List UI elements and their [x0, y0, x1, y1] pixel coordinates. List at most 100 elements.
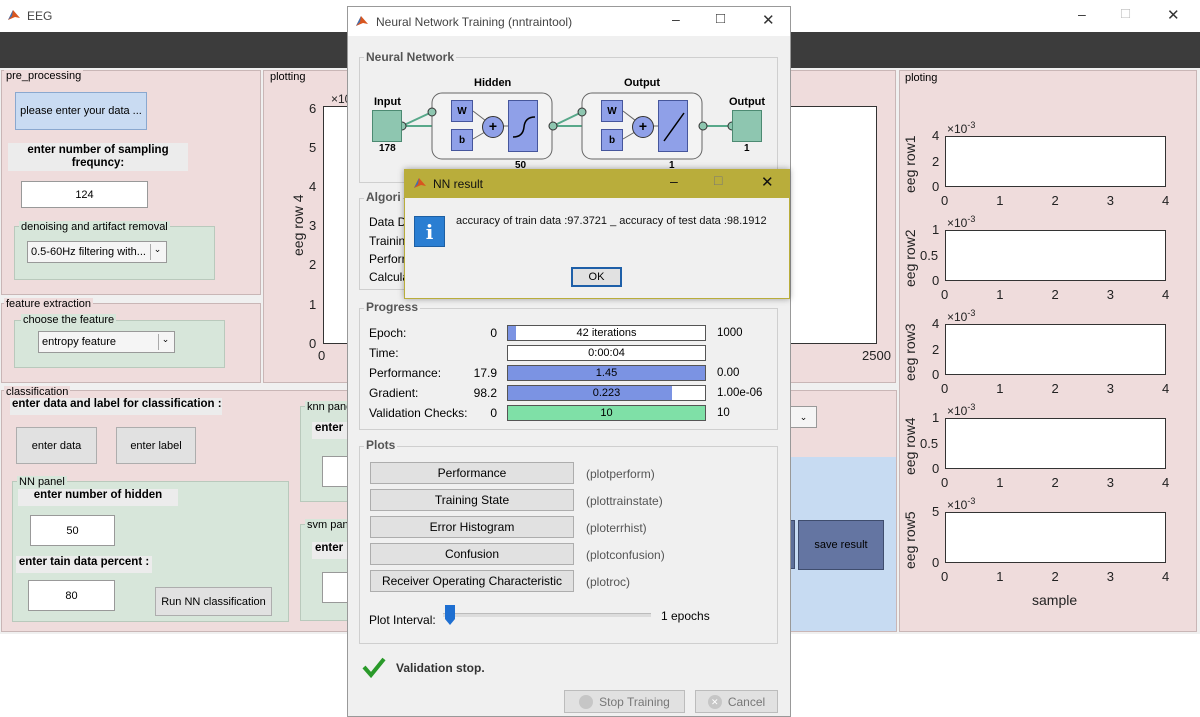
progress-max: 0.00: [717, 367, 740, 379]
progress-bar-value: 1.45: [595, 367, 618, 379]
mini-plot-axes: [945, 324, 1166, 375]
mini-plot-exponent: ×10-3: [947, 120, 976, 136]
close-button[interactable]: ✕: [761, 173, 774, 191]
dialog-titlebar: NN result – □ ✕: [404, 169, 790, 198]
close-button[interactable]: ✕: [1167, 6, 1180, 24]
feature-select[interactable]: entropy feature ⌄: [38, 331, 175, 353]
xtick: 3: [1106, 475, 1114, 490]
choose-feature-title: choose the feature: [21, 314, 117, 326]
xtick: 0: [941, 287, 949, 302]
minimize-button[interactable]: –: [672, 11, 680, 27]
plot-performance-button[interactable]: Performance: [370, 462, 574, 484]
output-node: [732, 110, 762, 142]
plot-fn: (plotconfusion): [586, 548, 665, 562]
plot-confusion-button[interactable]: Confusion: [370, 543, 574, 565]
ytick: 4: [932, 128, 940, 143]
right-select-stub[interactable]: ⌄: [790, 406, 817, 428]
mini-plot-exponent: ×10-3: [947, 308, 976, 324]
ytick: 0.5: [920, 247, 939, 263]
xtick: 0: [941, 569, 949, 584]
plot-fn: (plotperform): [586, 467, 655, 481]
hidden-layer-label: Hidden: [474, 77, 512, 89]
ytick: 0: [932, 273, 940, 288]
algorithm-row: Perforr: [369, 252, 406, 266]
ploting-title: ploting: [903, 72, 940, 84]
progress-min: 17.9: [473, 366, 497, 380]
mini-plot-exponent: ×10-3: [947, 496, 976, 512]
svm-panel-title: svm pan: [305, 519, 351, 531]
output-bias-box: b: [601, 129, 623, 151]
input-size: 178: [379, 143, 396, 154]
plot-fn: (plotroc): [586, 575, 631, 589]
xtick: 1: [996, 287, 1004, 302]
minimize-button[interactable]: –: [670, 173, 678, 189]
cancel-button[interactable]: ✕ Cancel: [695, 690, 778, 713]
xtick: 2: [1051, 287, 1059, 302]
info-icon: i: [414, 216, 445, 247]
nntraintool-title: Neural Network Training (nntraintool): [376, 15, 573, 29]
mini-plot-exponent: ×10-3: [947, 214, 976, 230]
enter-label-button[interactable]: enter label: [116, 427, 196, 464]
xtick: 0: [941, 381, 949, 396]
train-percent-field[interactable]: 80: [28, 580, 115, 611]
run-nn-button[interactable]: Run NN classification: [155, 587, 272, 616]
hidden-neurons-field[interactable]: 50: [30, 515, 115, 546]
ytick: 0: [309, 336, 317, 351]
xtick: 1: [996, 569, 1004, 584]
xtick: 1: [996, 193, 1004, 208]
output-weight-box: W: [601, 100, 623, 122]
plot-error-histogram-button[interactable]: Error Histogram: [370, 516, 574, 538]
xtick: 4: [1162, 475, 1170, 490]
enter-data-button[interactable]: please enter your data ...: [15, 92, 147, 130]
algorithms-section-title: Algori: [364, 190, 403, 204]
mini-plot-ylabel: eeg row4: [902, 417, 918, 475]
ploting-xlabel: sample: [1032, 592, 1078, 608]
chevron-down-icon: ⌄: [150, 244, 164, 260]
maximize-button[interactable]: □: [716, 10, 725, 27]
ytick: 5: [932, 504, 940, 519]
hidden-label: enter number of hidden: [18, 489, 178, 506]
progress-max: 10: [717, 407, 730, 419]
save-result-button[interactable]: save result: [798, 520, 884, 570]
progress-bar: 10: [507, 405, 706, 421]
plot-interval-label: Plot Interval:: [369, 613, 436, 627]
enter-data-class-button[interactable]: enter data: [16, 427, 97, 464]
maximize-button[interactable]: □: [714, 172, 722, 188]
maximize-button[interactable]: □: [1121, 5, 1130, 22]
progress-bar-value: 42 iterations: [576, 327, 637, 339]
progress-bar: 1.45: [507, 365, 706, 381]
ytick: 0: [932, 555, 940, 570]
xtick: 4: [1162, 381, 1170, 396]
progress-label: Epoch:: [369, 326, 407, 340]
plot-interval-value: 1 epochs: [661, 609, 710, 623]
sampling-frequency-field[interactable]: 124: [21, 181, 148, 208]
ok-button[interactable]: OK: [571, 267, 622, 287]
xtick: 2: [1051, 381, 1059, 396]
progress-bar-value: 10: [600, 407, 613, 419]
minimize-button[interactable]: –: [1078, 6, 1086, 22]
progress-bar: 0:00:04: [507, 345, 706, 361]
filter-select[interactable]: 0.5-60Hz filtering with... ⌄: [27, 241, 167, 263]
cancel-label: Cancel: [727, 694, 766, 709]
train-percent-label: enter tain data percent :: [16, 556, 152, 573]
plot-roc-button[interactable]: Receiver Operating Characteristic: [370, 570, 574, 592]
xtick: 2: [1051, 569, 1059, 584]
sampling-label: enter number of sampling frequncy:: [8, 143, 188, 171]
ytick: 4: [932, 316, 940, 331]
mini-plot-ylabel: eeg row3: [902, 323, 918, 381]
progress-label: Time:: [369, 346, 399, 360]
progress-min: 0: [490, 406, 497, 420]
dialog-message: accuracy of train data :97.3721 _ accura…: [456, 215, 767, 227]
ytick: 0: [932, 179, 940, 194]
ytick: 3: [309, 218, 317, 233]
stop-training-button[interactable]: Stop Training: [564, 690, 685, 713]
ytick: 0: [932, 461, 940, 476]
close-button[interactable]: ✕: [762, 11, 775, 29]
feature-extraction-title: feature extraction: [4, 298, 93, 310]
pre-processing-title: pre_processing: [4, 70, 84, 82]
plot-interval-slider[interactable]: [443, 613, 651, 617]
mini-plot-axes: [945, 418, 1166, 469]
plot-training-state-button[interactable]: Training State: [370, 489, 574, 511]
mini-plot-ylabel: eeg row1: [902, 135, 918, 193]
eeg-window-title: EEG: [27, 9, 53, 23]
